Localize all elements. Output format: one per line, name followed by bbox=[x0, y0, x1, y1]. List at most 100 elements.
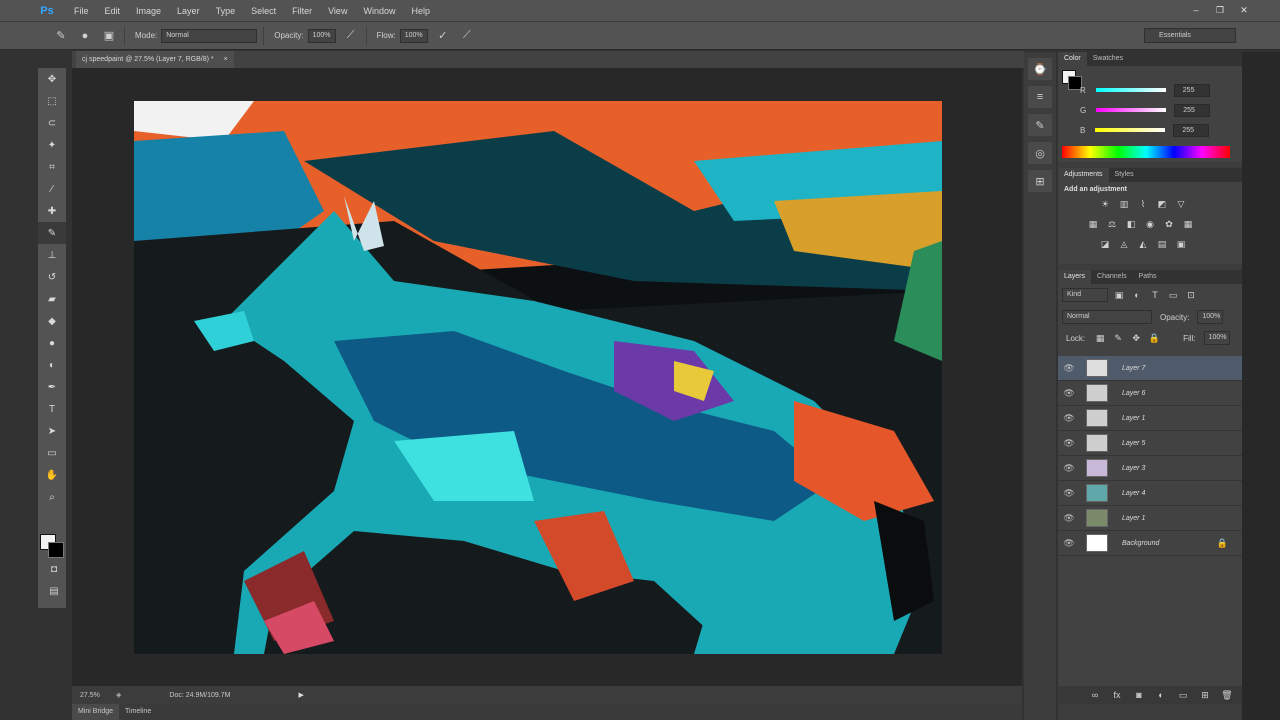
layer-row[interactable]: 👁 Layer 5 bbox=[1058, 431, 1242, 456]
visibility-eye-icon[interactable]: 👁 bbox=[1058, 463, 1080, 474]
eyedropper-tool-icon[interactable]: ⁄ bbox=[38, 178, 66, 200]
channel-mixer-icon[interactable]: ✿ bbox=[1162, 217, 1176, 231]
zoom-tool-icon[interactable]: ⌕ bbox=[38, 486, 66, 508]
history-brush-tool-icon[interactable]: ↺ bbox=[38, 266, 66, 288]
red-value[interactable]: 255 bbox=[1173, 83, 1210, 97]
menu-window[interactable]: Window bbox=[355, 0, 403, 22]
airbrush-icon[interactable]: ✓ bbox=[434, 27, 452, 45]
quick-select-tool-icon[interactable]: ✦ bbox=[38, 134, 66, 156]
red-slider[interactable] bbox=[1095, 88, 1166, 92]
invert-icon[interactable]: ◪ bbox=[1098, 237, 1112, 251]
brush-panel-icon[interactable]: ✎ bbox=[1028, 114, 1052, 136]
tab-color[interactable]: Color bbox=[1058, 52, 1087, 66]
layer-row[interactable]: 👁 Layer 1 bbox=[1058, 406, 1242, 431]
menu-filter[interactable]: Filter bbox=[284, 0, 320, 22]
mode-select[interactable]: Normal bbox=[161, 28, 258, 43]
blur-tool-icon[interactable]: ● bbox=[38, 332, 66, 354]
layer-row[interactable]: 👁 Background 🔒 bbox=[1058, 531, 1242, 556]
color-lookup-icon[interactable]: ▦ bbox=[1181, 217, 1195, 231]
lock-all-icon[interactable]: 🔒 bbox=[1147, 331, 1161, 345]
zoom-level[interactable]: 27.5% bbox=[80, 692, 112, 699]
fill-field[interactable]: 100% bbox=[1203, 331, 1230, 345]
pressure-size-icon[interactable]: ⟋ bbox=[458, 27, 476, 45]
minimize-button[interactable]: – bbox=[1190, 5, 1202, 15]
tab-channels[interactable]: Channels bbox=[1091, 270, 1133, 284]
tab-layers[interactable]: Layers bbox=[1058, 270, 1092, 284]
history-panel-icon[interactable]: ⌚ bbox=[1028, 58, 1052, 80]
tab-adjustments[interactable]: Adjustments bbox=[1058, 168, 1109, 182]
posterize-icon[interactable]: ◬ bbox=[1117, 237, 1131, 251]
brush-tool-icon[interactable]: ✎ bbox=[38, 222, 66, 244]
status-menu-arrow-icon[interactable]: ▶ bbox=[298, 691, 303, 699]
tab-paths[interactable]: Paths bbox=[1133, 270, 1163, 284]
filter-pixel-icon[interactable]: ▣ bbox=[1112, 288, 1126, 302]
filter-type-icon[interactable]: T bbox=[1148, 288, 1162, 302]
selective-color-icon[interactable]: ▣ bbox=[1174, 237, 1188, 251]
brush-size-icon[interactable]: ● bbox=[76, 27, 94, 45]
link-layers-icon[interactable]: ∞ bbox=[1088, 688, 1102, 702]
visibility-eye-icon[interactable]: 👁 bbox=[1058, 388, 1080, 399]
menu-view[interactable]: View bbox=[320, 0, 355, 22]
crop-tool-icon[interactable]: ⌗ bbox=[38, 156, 66, 178]
photo-filter-icon[interactable]: ◉ bbox=[1143, 217, 1157, 231]
background-color-swatch[interactable] bbox=[48, 542, 64, 558]
blend-mode-select[interactable]: Normal bbox=[1062, 310, 1152, 324]
visibility-eye-icon[interactable]: 👁 bbox=[1058, 438, 1080, 449]
visibility-eye-icon[interactable]: 👁 bbox=[1058, 538, 1080, 549]
blue-value[interactable]: 255 bbox=[1173, 123, 1210, 137]
visibility-eye-icon[interactable]: 👁 bbox=[1058, 513, 1080, 524]
new-layer-icon[interactable]: ⊞ bbox=[1198, 688, 1212, 702]
visibility-eye-icon[interactable]: 👁 bbox=[1058, 488, 1080, 499]
clone-stamp-tool-icon[interactable]: ⊥ bbox=[38, 244, 66, 266]
marquee-tool-icon[interactable]: ⬚ bbox=[38, 90, 66, 112]
visibility-eye-icon[interactable]: 👁 bbox=[1058, 363, 1080, 374]
shape-tool-icon[interactable]: ▭ bbox=[38, 442, 66, 464]
menu-layer[interactable]: Layer bbox=[169, 0, 208, 22]
gradient-map-icon[interactable]: ▤ bbox=[1155, 237, 1169, 251]
hand-tool-icon[interactable]: ✋ bbox=[38, 464, 66, 486]
brush-preset-icon[interactable]: ✎ bbox=[52, 27, 70, 45]
document-tab[interactable]: cj speedpaint @ 27.5% (Layer 7, RGB/8) *… bbox=[76, 51, 234, 68]
delete-layer-icon[interactable]: 🗑 bbox=[1220, 688, 1234, 702]
brush-presets-icon[interactable]: ◎ bbox=[1028, 142, 1052, 164]
menu-select[interactable]: Select bbox=[243, 0, 284, 22]
tab-timeline[interactable]: Timeline bbox=[119, 704, 157, 720]
artwork-canvas[interactable] bbox=[134, 101, 942, 654]
curves-icon[interactable]: ⌇ bbox=[1136, 197, 1150, 211]
lock-transparency-icon[interactable]: ▦ bbox=[1093, 331, 1107, 345]
menu-image[interactable]: Image bbox=[128, 0, 169, 22]
brightness-contrast-icon[interactable]: ☀ bbox=[1098, 197, 1112, 211]
close-button[interactable]: ✕ bbox=[1238, 5, 1250, 15]
exposure-icon[interactable]: ◩ bbox=[1155, 197, 1169, 211]
filter-shape-icon[interactable]: ▭ bbox=[1166, 288, 1180, 302]
hue-saturation-icon[interactable]: ▦ bbox=[1086, 217, 1100, 231]
lock-pixels-icon[interactable]: ✎ bbox=[1111, 331, 1125, 345]
clone-source-icon[interactable]: ⊞ bbox=[1028, 170, 1052, 192]
eraser-tool-icon[interactable]: ▰ bbox=[38, 288, 66, 310]
path-select-tool-icon[interactable]: ➤ bbox=[38, 420, 66, 442]
flow-field[interactable]: 100% bbox=[399, 28, 428, 43]
share-icon[interactable]: ◈ bbox=[116, 691, 121, 699]
type-tool-icon[interactable]: T bbox=[38, 398, 66, 420]
close-tab-icon[interactable]: × bbox=[224, 56, 228, 63]
layer-row[interactable]: 👁 Layer 7 bbox=[1058, 356, 1242, 381]
quick-mask-icon[interactable]: ◘ bbox=[46, 564, 62, 578]
green-slider[interactable] bbox=[1096, 108, 1167, 112]
tab-styles[interactable]: Styles bbox=[1109, 168, 1140, 182]
pressure-opacity-icon[interactable]: ⟋ bbox=[342, 27, 360, 45]
layer-filter-kind-select[interactable]: Kind bbox=[1062, 288, 1108, 302]
menu-edit[interactable]: Edit bbox=[97, 0, 129, 22]
blue-slider[interactable] bbox=[1095, 128, 1166, 132]
layer-row[interactable]: 👁 Layer 4 bbox=[1058, 481, 1242, 506]
layer-opacity-field[interactable]: 100% bbox=[1197, 310, 1224, 324]
green-value[interactable]: 255 bbox=[1174, 103, 1211, 117]
properties-panel-icon[interactable]: ≡ bbox=[1028, 86, 1052, 108]
workspace-select[interactable]: Essentials bbox=[1144, 28, 1236, 43]
move-tool-icon[interactable]: ✥ bbox=[38, 68, 66, 90]
new-adjustment-layer-icon[interactable]: ◐ bbox=[1154, 688, 1168, 702]
dodge-tool-icon[interactable]: ◐ bbox=[38, 354, 66, 376]
visibility-eye-icon[interactable]: 👁 bbox=[1058, 413, 1080, 424]
color-spectrum-ramp[interactable] bbox=[1062, 146, 1230, 158]
filter-adjustment-icon[interactable]: ◐ bbox=[1130, 288, 1144, 302]
color-balance-icon[interactable]: ⚖ bbox=[1105, 217, 1119, 231]
